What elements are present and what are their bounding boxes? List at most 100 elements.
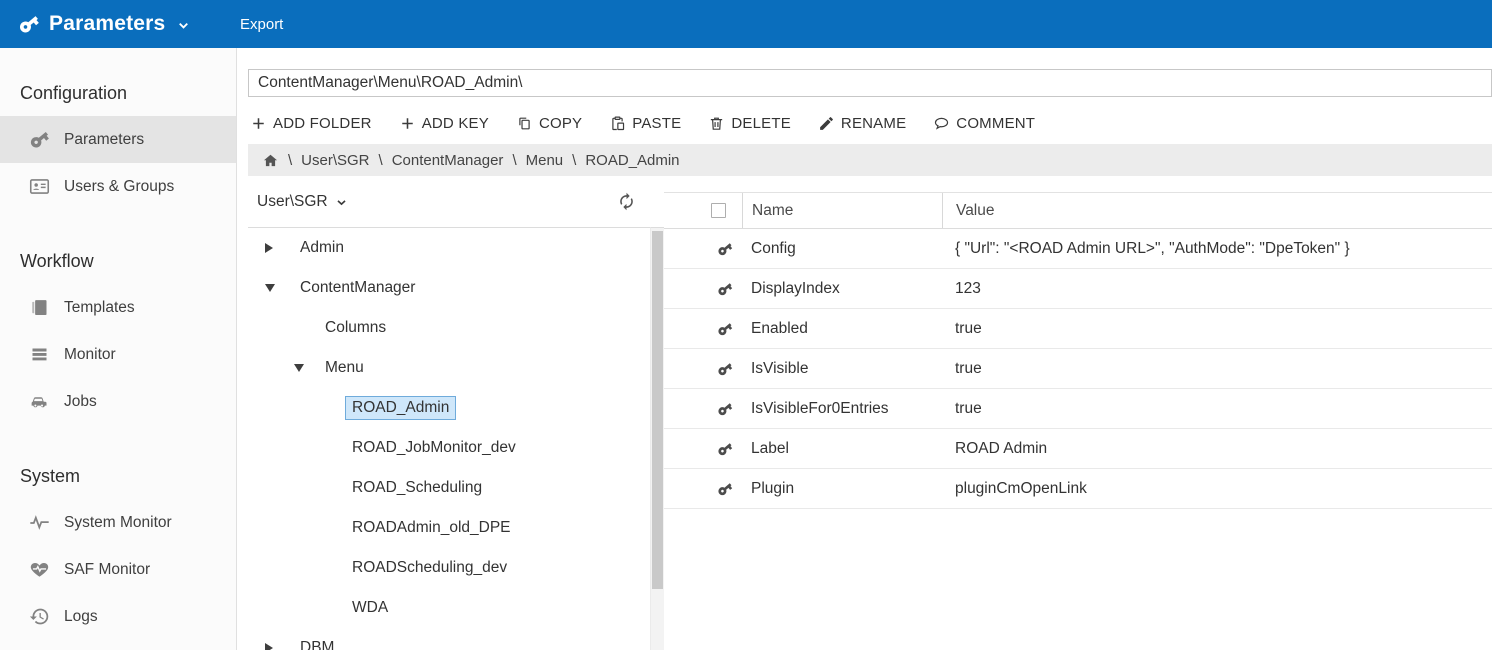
param-value: { "Url": "<ROAD Admin URL>", "AuthMode":… bbox=[942, 240, 1492, 258]
id-card-icon bbox=[28, 176, 50, 198]
app-title: Parameters bbox=[49, 12, 165, 36]
sidebar-item-monitor[interactable]: Monitor bbox=[0, 331, 236, 378]
breadcrumb-separator: \ bbox=[379, 152, 383, 169]
add-key-button[interactable]: ADD KEY bbox=[399, 115, 489, 132]
breadcrumb-segment-road-admin[interactable]: ROAD_Admin bbox=[585, 152, 679, 169]
breadcrumb-segment-menu[interactable]: Menu bbox=[526, 152, 564, 169]
sidebar-item-system-monitor[interactable]: System Monitor bbox=[0, 499, 236, 546]
table-row-displayindex[interactable]: DisplayIndex 123 bbox=[664, 269, 1492, 309]
table-row-config[interactable]: Config { "Url": "<ROAD Admin URL>", "Aut… bbox=[664, 229, 1492, 269]
key-icon bbox=[28, 129, 50, 151]
breadcrumb-segment-contentmanager[interactable]: ContentManager bbox=[392, 152, 504, 169]
plus-icon bbox=[399, 115, 416, 132]
comment-icon bbox=[933, 115, 950, 132]
delete-button[interactable]: DELETE bbox=[708, 115, 791, 132]
param-value: true bbox=[942, 360, 1492, 378]
sidebar-item-label: System Monitor bbox=[64, 514, 172, 532]
table-row-isvisiblefor0entries[interactable]: IsVisibleFor0Entries true bbox=[664, 389, 1492, 429]
tree-scrollbar[interactable] bbox=[650, 227, 664, 650]
comment-button[interactable]: COMMENT bbox=[933, 115, 1035, 132]
history-icon bbox=[28, 606, 50, 628]
caret-right-icon[interactable] bbox=[265, 243, 273, 253]
tree-item-dbm[interactable]: DBM bbox=[248, 628, 650, 650]
sidebar-item-saf-monitor[interactable]: SAF Monitor bbox=[0, 546, 236, 593]
add-folder-button[interactable]: ADD FOLDER bbox=[250, 115, 372, 132]
tree-item-columns[interactable]: Columns bbox=[248, 308, 650, 348]
tree-item-road-admin[interactable]: ROAD_Admin bbox=[248, 388, 650, 428]
key-icon bbox=[714, 437, 737, 460]
sidebar-item-label: Logs bbox=[64, 608, 98, 626]
key-icon bbox=[714, 477, 737, 500]
param-name: IsVisible bbox=[742, 360, 942, 378]
app-menu-button[interactable]: Parameters bbox=[0, 12, 191, 36]
paste-icon bbox=[609, 115, 626, 132]
param-value: pluginCmOpenLink bbox=[942, 480, 1492, 498]
scrollbar-thumb[interactable] bbox=[652, 231, 663, 589]
table-row-plugin[interactable]: Plugin pluginCmOpenLink bbox=[664, 469, 1492, 509]
key-icon bbox=[714, 237, 737, 260]
breadcrumb-separator: \ bbox=[572, 152, 576, 169]
tree-item-road-scheduling[interactable]: ROAD_Scheduling bbox=[248, 468, 650, 508]
breadcrumb-segment-user-sgr[interactable]: User\SGR bbox=[301, 152, 369, 169]
param-value: true bbox=[942, 320, 1492, 338]
copy-button[interactable]: COPY bbox=[516, 115, 582, 132]
tree-item-road-jobmonitor-dev[interactable]: ROAD_JobMonitor_dev bbox=[248, 428, 650, 468]
content-split: User\SGR Admin ContentManager Columns bbox=[248, 176, 1492, 650]
table-row-enabled[interactable]: Enabled true bbox=[664, 309, 1492, 349]
param-name: Enabled bbox=[742, 320, 942, 338]
key-icon bbox=[714, 357, 737, 380]
paste-button[interactable]: PASTE bbox=[609, 115, 681, 132]
tree-header: User\SGR bbox=[248, 176, 650, 228]
tree-item-menu[interactable]: Menu bbox=[248, 348, 650, 388]
caret-down-icon[interactable] bbox=[294, 364, 304, 372]
select-all-checkbox[interactable] bbox=[711, 203, 726, 218]
param-name: DisplayIndex bbox=[742, 280, 942, 298]
param-value: true bbox=[942, 400, 1492, 418]
section-title-configuration: Configuration bbox=[0, 80, 236, 106]
path-input[interactable] bbox=[248, 69, 1492, 97]
table-row-label[interactable]: Label ROAD Admin bbox=[664, 429, 1492, 469]
chevron-down-icon bbox=[335, 196, 348, 209]
toolbar: ADD FOLDER ADD KEY COPY PASTE DELETE REN… bbox=[250, 106, 1492, 140]
tree-item-wda[interactable]: WDA bbox=[248, 588, 650, 628]
section-title-system: System bbox=[0, 463, 236, 489]
section-title-workflow: Workflow bbox=[0, 248, 236, 274]
tree-item-roadscheduling-dev[interactable]: ROADScheduling_dev bbox=[248, 548, 650, 588]
selected-tree-node[interactable]: ROAD_Admin bbox=[345, 396, 456, 420]
sidebar-item-label: Templates bbox=[64, 299, 135, 317]
tree-item-admin[interactable]: Admin bbox=[248, 228, 650, 268]
sidebar-item-jobs[interactable]: Jobs bbox=[0, 378, 236, 425]
rename-button[interactable]: RENAME bbox=[818, 115, 906, 132]
tree-item-contentmanager[interactable]: ContentManager bbox=[248, 268, 650, 308]
key-icon bbox=[714, 317, 737, 340]
refresh-icon[interactable] bbox=[617, 192, 636, 211]
topbar: Parameters Export bbox=[0, 0, 1492, 48]
home-icon[interactable] bbox=[262, 152, 279, 169]
heart-pulse-icon bbox=[28, 559, 50, 581]
sidebar-item-users-groups[interactable]: Users & Groups bbox=[0, 163, 236, 210]
column-header-name[interactable]: Name bbox=[742, 193, 942, 228]
key-icon bbox=[714, 277, 737, 300]
param-name: Config bbox=[742, 240, 942, 258]
tree: Admin ContentManager Columns Menu ROAD_A… bbox=[248, 228, 650, 650]
sidebar-item-label: Users & Groups bbox=[64, 178, 174, 196]
caret-down-icon[interactable] bbox=[265, 284, 275, 292]
sidebar-item-templates[interactable]: Templates bbox=[0, 284, 236, 331]
param-name: IsVisibleFor0Entries bbox=[742, 400, 942, 418]
menu-export[interactable]: Export bbox=[240, 16, 283, 33]
sidebar-item-label: Monitor bbox=[64, 346, 116, 364]
sidebar-item-label: Jobs bbox=[64, 393, 97, 411]
sidebar-item-logs[interactable]: Logs bbox=[0, 593, 236, 640]
tree-item-roadadmin-old-dpe[interactable]: ROADAdmin_old_DPE bbox=[248, 508, 650, 548]
column-header-value[interactable]: Value bbox=[942, 193, 1492, 228]
pulse-icon bbox=[28, 512, 50, 534]
caret-right-icon[interactable] bbox=[265, 643, 273, 650]
key-icon bbox=[714, 397, 737, 420]
sidebar-item-parameters[interactable]: Parameters bbox=[0, 116, 236, 163]
sidebar-item-label: SAF Monitor bbox=[64, 561, 150, 579]
tree-root-selector[interactable]: User\SGR bbox=[257, 193, 348, 211]
table-row-isvisible[interactable]: IsVisible true bbox=[664, 349, 1492, 389]
breadcrumb-separator: \ bbox=[288, 152, 292, 169]
param-name: Label bbox=[742, 440, 942, 458]
jobs-car-icon bbox=[28, 391, 50, 413]
